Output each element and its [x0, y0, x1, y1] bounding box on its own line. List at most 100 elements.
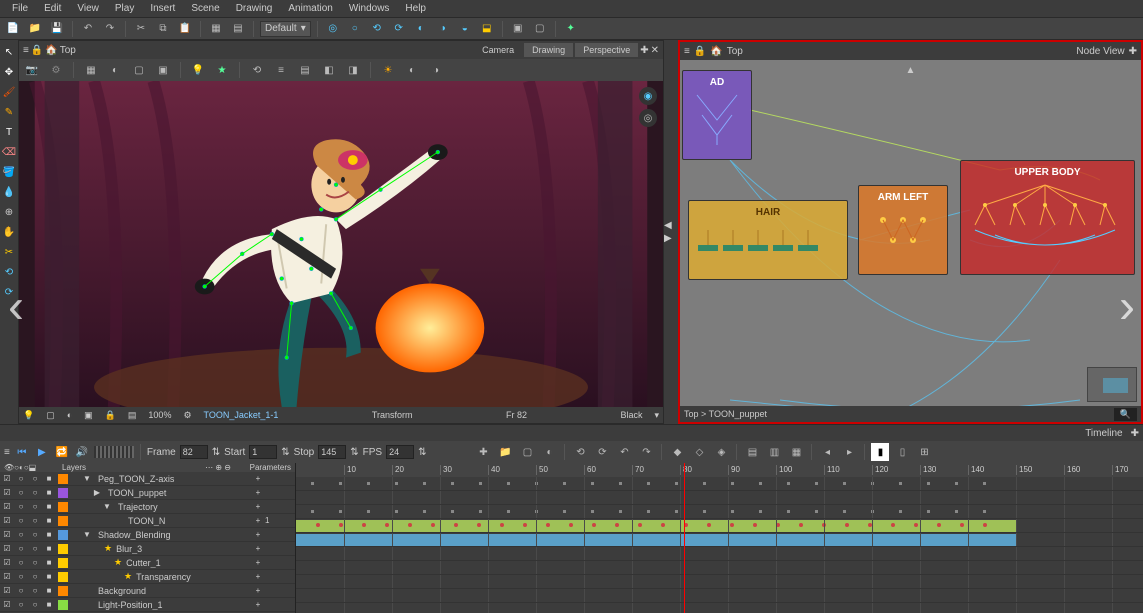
scrubber[interactable]	[94, 446, 134, 458]
onion-icon[interactable]: ◐	[106, 61, 124, 79]
loop-button[interactable]: 🔁	[54, 444, 70, 460]
menu-view[interactable]: View	[69, 1, 107, 16]
keyframe[interactable]	[619, 510, 622, 513]
keyframe[interactable]	[339, 482, 342, 485]
keyframe[interactable]	[563, 510, 566, 513]
nav-up-icon[interactable]: ▲	[906, 65, 916, 76]
target-icon[interactable]: ◎	[324, 20, 342, 38]
tool-icon[interactable]: ◐	[540, 443, 558, 461]
tool-icon[interactable]: ⟳	[593, 443, 611, 461]
tool-icon[interactable]: ⟳	[390, 20, 408, 38]
expand-icon[interactable]	[80, 598, 94, 612]
collapse-left-icon[interactable]: ◀	[664, 220, 674, 231]
keyframe[interactable]	[385, 523, 389, 527]
stop-input[interactable]	[318, 445, 346, 459]
keyframe[interactable]	[730, 523, 734, 527]
add-icon[interactable]: ✚	[1131, 428, 1139, 439]
solo-icon[interactable]: ○	[14, 528, 28, 542]
undo-button[interactable]: ↶	[79, 20, 97, 38]
lock-icon[interactable]: ○	[28, 556, 42, 570]
sun-icon[interactable]: ☀	[379, 61, 397, 79]
node-canvas[interactable]: ▲ AD HAIR ARM LEFT UPPER BODY	[680, 60, 1141, 406]
keyframe[interactable]	[339, 510, 342, 513]
render-mode[interactable]: Black	[620, 410, 642, 420]
eraser-tool-icon[interactable]: ⌫	[1, 144, 17, 160]
keyframe[interactable]	[983, 482, 986, 485]
keyframe[interactable]	[787, 510, 790, 513]
tab-camera[interactable]: Camera	[474, 43, 522, 57]
tool-icon[interactable]: ⟲	[571, 443, 589, 461]
lock-icon[interactable]: ○	[28, 528, 42, 542]
layer-row[interactable]: ☑ ○ ○ ■ ★ Blur_3 +	[0, 542, 295, 556]
add-key-icon[interactable]: +	[251, 528, 265, 542]
pencil-tool-icon[interactable]: ✎	[1, 104, 17, 120]
grid-toggle-icon[interactable]: ▦	[82, 61, 100, 79]
enable-icon[interactable]: ☑	[0, 486, 14, 500]
layer-row[interactable]: ☑ ○ ○ ■ ★ Cutter_1 +	[0, 556, 295, 570]
add-tab-icon[interactable]: ✚	[640, 45, 648, 56]
track-row[interactable]	[296, 533, 1143, 547]
tool-icon[interactable]: ⊞	[915, 443, 933, 461]
tool-icon[interactable]: ◑	[427, 61, 445, 79]
add-layer-icon[interactable]: ✚	[474, 443, 492, 461]
keyframe[interactable]	[408, 523, 412, 527]
keyframe[interactable]	[367, 482, 370, 485]
hand-tool-icon[interactable]: ✋	[1, 224, 17, 240]
add-key-icon[interactable]: +	[251, 472, 265, 486]
solo-icon[interactable]: ○	[14, 542, 28, 556]
keyframe[interactable]	[927, 482, 930, 485]
layer-row[interactable]: ☑ ○ ○ ■ ▼ Shadow_Blending +	[0, 528, 295, 542]
view-mode-icon[interactable]: ◉	[639, 87, 657, 105]
keyframe[interactable]	[477, 523, 481, 527]
tool-icon[interactable]: ▢	[518, 443, 536, 461]
tool-icon[interactable]: ◐	[403, 61, 421, 79]
keyframe[interactable]	[845, 523, 849, 527]
cut-icon[interactable]: ✂	[132, 20, 150, 38]
tool-icon[interactable]: ◐	[67, 410, 72, 420]
lock-icon[interactable]: ○	[28, 514, 42, 528]
layer-row[interactable]: ☑ ○ ○ ■ TOON_N + 1	[0, 514, 295, 528]
tool-icon[interactable]: ⊕	[1, 204, 17, 220]
onion-icon[interactable]: ■	[42, 570, 56, 584]
keyframe[interactable]	[899, 510, 902, 513]
menu-edit[interactable]: Edit	[36, 1, 69, 16]
solo-icon[interactable]: ○	[14, 598, 28, 612]
track-row[interactable]	[296, 547, 1143, 561]
lock-icon[interactable]: ○	[28, 598, 42, 612]
keyframe[interactable]	[563, 482, 566, 485]
solo-icon[interactable]: ○	[14, 486, 28, 500]
track-row[interactable]	[296, 491, 1143, 505]
play-button[interactable]: ▶	[34, 444, 50, 460]
add-key-icon[interactable]: +	[251, 584, 265, 598]
menu-animation[interactable]: Animation	[280, 1, 340, 16]
menu-file[interactable]: File	[4, 1, 36, 16]
layer-color[interactable]	[58, 530, 68, 540]
tool-icon[interactable]: ⟲	[248, 61, 266, 79]
move-tool-icon[interactable]: ✥	[1, 64, 17, 80]
keyframe[interactable]	[423, 510, 426, 513]
tab-perspective[interactable]: Perspective	[575, 43, 638, 57]
stepper-icon[interactable]: ⇅	[281, 447, 289, 458]
track-area[interactable]: 1020304050607080901001101201301401501601…	[296, 463, 1143, 613]
layer-color[interactable]	[58, 572, 68, 582]
node-group-hair[interactable]: HAIR	[688, 200, 848, 280]
lock-icon[interactable]: ○	[28, 500, 42, 514]
tool-icon[interactable]: ▦	[787, 443, 805, 461]
track-segment[interactable]	[296, 534, 1016, 546]
tab-drawing[interactable]: Drawing	[524, 43, 573, 57]
layer-color[interactable]	[58, 474, 68, 484]
keyframe[interactable]	[592, 523, 596, 527]
keyframe[interactable]	[479, 482, 482, 485]
menu-insert[interactable]: Insert	[142, 1, 183, 16]
keyframe[interactable]	[891, 523, 895, 527]
panel-splitter[interactable]: ◀ ▶	[664, 40, 674, 424]
light-toggle-icon[interactable]: 💡	[23, 410, 34, 421]
keyframe[interactable]	[731, 482, 734, 485]
layer-icon[interactable]: ≡	[272, 61, 290, 79]
keyframe[interactable]	[647, 510, 650, 513]
keyframe[interactable]	[759, 482, 762, 485]
prev-key-icon[interactable]: ◂	[818, 443, 836, 461]
add-key-icon[interactable]: +	[251, 542, 265, 556]
prev-slide-button[interactable]: ‹	[8, 279, 24, 334]
keyframe[interactable]	[927, 510, 930, 513]
